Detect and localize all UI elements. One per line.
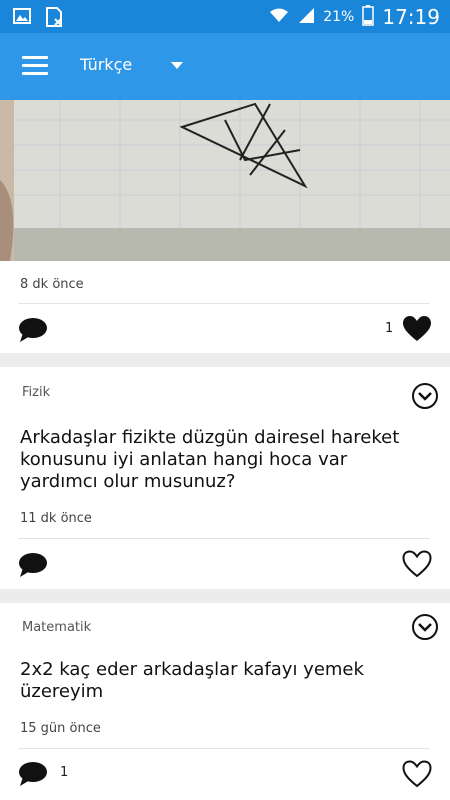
heart-outline-icon[interactable] — [402, 550, 432, 582]
post-question[interactable]: 2x2 kaç eder arkadaşlar kafayı yemek üze… — [20, 659, 430, 703]
chevron-down-icon[interactable] — [412, 383, 438, 409]
post-question[interactable]: Arkadaşlar fizikte düzgün dairesel harek… — [20, 427, 430, 493]
language-selector[interactable]: Türkçe — [80, 55, 132, 74]
wifi-icon — [269, 6, 289, 28]
battery-percent: 21% — [323, 9, 355, 25]
divider — [18, 748, 430, 749]
post-time: 8 dk önce — [20, 277, 84, 292]
image-icon — [12, 6, 32, 26]
post-time: 11 dk önce — [20, 511, 92, 526]
like-count: 1 — [385, 321, 394, 336]
post-card: Fizik Arkadaşlar fizikte düzgün dairesel… — [0, 367, 450, 589]
divider — [18, 303, 430, 304]
post-image[interactable] — [0, 100, 450, 261]
comment-icon[interactable] — [18, 552, 48, 582]
comment-count: 1 — [60, 765, 69, 780]
post-card: 8 dk önce 1 — [0, 100, 450, 353]
post-card: Matematik 2x2 kaç eder arkadaşlar kafayı… — [0, 603, 450, 800]
chevron-down-icon[interactable] — [412, 614, 438, 640]
comment-icon[interactable] — [18, 317, 48, 347]
app-bar: Türkçe — [0, 33, 450, 100]
heart-outline-icon[interactable] — [402, 760, 432, 792]
status-bar: 21% 17:19 — [0, 0, 450, 33]
menu-icon[interactable] — [22, 56, 48, 76]
sim-icon — [44, 6, 64, 27]
heart-filled-icon[interactable] — [402, 315, 432, 347]
post-subject: Fizik — [22, 385, 51, 400]
clock: 17:19 — [382, 5, 440, 29]
divider — [18, 538, 430, 539]
post-time: 15 gün önce — [20, 721, 101, 736]
comment-icon[interactable] — [18, 761, 48, 791]
signal-icon — [297, 6, 315, 28]
post-subject: Matematik — [22, 620, 92, 635]
battery-icon — [362, 4, 375, 30]
dropdown-caret-icon[interactable] — [171, 62, 183, 69]
